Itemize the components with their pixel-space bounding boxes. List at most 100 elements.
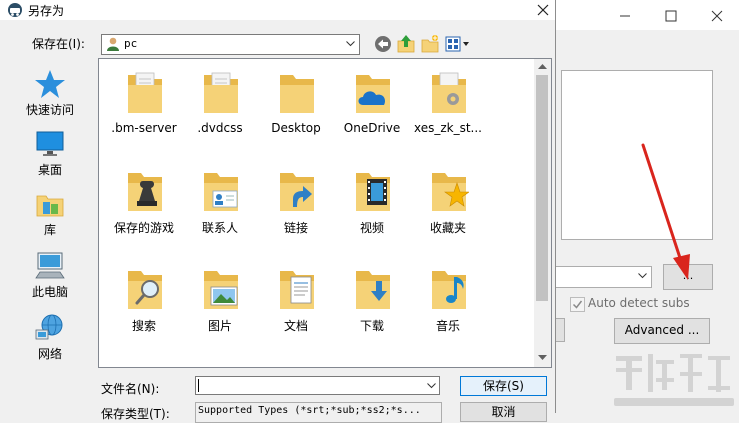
chevron-down-icon[interactable] (427, 383, 436, 389)
music-folder-icon (432, 271, 466, 309)
new-folder-button[interactable] (420, 34, 440, 54)
new-folder-icon (421, 35, 439, 53)
folder-icon (280, 75, 314, 113)
libraries-icon (36, 195, 64, 217)
place-network[interactable]: 网络 (12, 312, 88, 372)
background-window-titlebar (556, 0, 739, 30)
file-item-favorites[interactable]: 收藏夹 (409, 169, 487, 235)
file-list[interactable]: .bm-server .dvdcss Desktop OneDrive xes_… (98, 58, 552, 368)
auto-detect-subs-checkbox[interactable] (570, 297, 585, 312)
auto-detect-subs-label: Auto detect subs (588, 296, 690, 310)
place-libraries[interactable]: 库 (12, 188, 88, 248)
place-label: 桌面 (37, 163, 62, 177)
save-in-label: 保存在(I): (32, 37, 85, 51)
view-grid-icon (445, 36, 469, 52)
file-item-pictures[interactable]: 图片 (181, 267, 259, 333)
scroll-thumb[interactable] (536, 75, 548, 301)
onedrive-folder-icon (356, 75, 390, 113)
browse-button[interactable]: ... (663, 264, 713, 290)
file-item-downloads[interactable]: 下载 (333, 267, 411, 333)
cancel-button[interactable]: 取消 (460, 402, 547, 422)
place-label: 快速访问 (25, 103, 74, 117)
chevron-down-icon (638, 273, 647, 279)
place-this-pc[interactable]: 此电脑 (12, 250, 88, 310)
contacts-folder-icon (204, 173, 238, 211)
subtitle-text-area[interactable] (561, 70, 713, 240)
file-label: .bm-server (111, 121, 177, 135)
dialog-close-button[interactable] (531, 0, 555, 20)
advanced-button[interactable]: Advanced ... (614, 318, 710, 344)
file-label: 收藏夹 (429, 221, 466, 235)
user-icon (107, 37, 119, 51)
file-type-label: 保存类型(T): (101, 407, 170, 421)
window-close-button[interactable] (694, 0, 739, 30)
file-item-contacts[interactable]: 联系人 (181, 169, 259, 235)
downloads-folder-icon (356, 271, 390, 309)
file-item-onedrive[interactable]: OneDrive (333, 71, 411, 135)
file-item-saved-games[interactable]: 保存的游戏 (105, 169, 183, 235)
links-folder-icon (280, 173, 314, 211)
folder-document-icon (128, 72, 162, 113)
file-label: 文档 (283, 319, 308, 333)
file-item-videos[interactable]: 视频 (333, 169, 411, 235)
this-pc-icon (35, 252, 65, 279)
file-item-documents[interactable]: 文档 (257, 267, 335, 333)
minimize-button[interactable] (602, 0, 648, 30)
file-label: Desktop (271, 121, 321, 135)
text-caret (198, 379, 199, 392)
subtitle-file-combo[interactable] (554, 266, 652, 288)
maximize-icon (665, 10, 677, 22)
file-label: 保存的游戏 (113, 221, 174, 235)
watermark-logo-icon (614, 354, 734, 406)
back-button[interactable] (373, 34, 393, 54)
file-label: 链接 (283, 221, 308, 235)
file-item-links[interactable]: 链接 (257, 169, 335, 235)
file-label: 图片 (207, 319, 232, 333)
save-in-combo[interactable]: pc (101, 34, 360, 55)
dialog-title: 另存为 (28, 4, 65, 18)
dialog-titlebar: 另存为 (0, 0, 555, 20)
save-as-dialog: 另存为 保存在(I): pc 快速访问 桌面 库 此电脑 网络 .bm-serv… (0, 0, 556, 423)
close-icon (711, 10, 723, 22)
scroll-down-icon[interactable] (538, 355, 547, 361)
place-quick-access[interactable]: 快速访问 (12, 68, 88, 128)
view-menu-button[interactable] (444, 34, 472, 54)
close-icon (537, 4, 549, 16)
scroll-up-icon[interactable] (538, 64, 547, 70)
desktop-icon (36, 131, 64, 156)
folder-document-icon (204, 72, 238, 113)
file-item-dvdcss[interactable]: .dvdcss (181, 71, 259, 135)
back-arrow-icon (375, 36, 391, 52)
place-label: 库 (43, 223, 56, 237)
checkmark-icon (572, 300, 583, 309)
folder-settings-icon (432, 72, 466, 113)
file-label: 搜索 (131, 319, 156, 333)
place-label: 此电脑 (31, 285, 68, 299)
save-button[interactable]: 保存(S) (460, 376, 547, 396)
file-list-scrollbar[interactable] (534, 59, 551, 367)
file-label: xes_zk_st... (413, 121, 482, 135)
videos-folder-icon (356, 173, 390, 211)
up-folder-button[interactable] (396, 34, 416, 54)
file-item-bm-server[interactable]: .bm-server (105, 71, 183, 135)
file-item-searches[interactable]: 搜索 (105, 267, 183, 333)
maximize-button[interactable] (648, 0, 694, 30)
up-folder-icon (397, 35, 415, 53)
place-label: 网络 (37, 347, 62, 361)
network-icon (35, 314, 63, 340)
file-label: 联系人 (201, 221, 238, 235)
file-name-label: 文件名(N): (101, 382, 160, 396)
file-label: .dvdcss (197, 121, 243, 135)
pictures-folder-icon (204, 271, 238, 309)
app-icon (8, 3, 22, 17)
file-item-xes-zk-st[interactable]: xes_zk_st... (409, 71, 487, 135)
file-item-music[interactable]: 音乐 (409, 267, 487, 333)
place-desktop[interactable]: 桌面 (12, 128, 88, 188)
file-item-desktop[interactable]: Desktop (257, 71, 335, 135)
favorites-folder-icon (432, 173, 469, 211)
searches-folder-icon (128, 271, 162, 309)
documents-folder-icon (280, 271, 314, 309)
current-path: pc (124, 37, 138, 50)
file-name-input[interactable] (195, 376, 440, 395)
file-label: OneDrive (343, 121, 401, 135)
